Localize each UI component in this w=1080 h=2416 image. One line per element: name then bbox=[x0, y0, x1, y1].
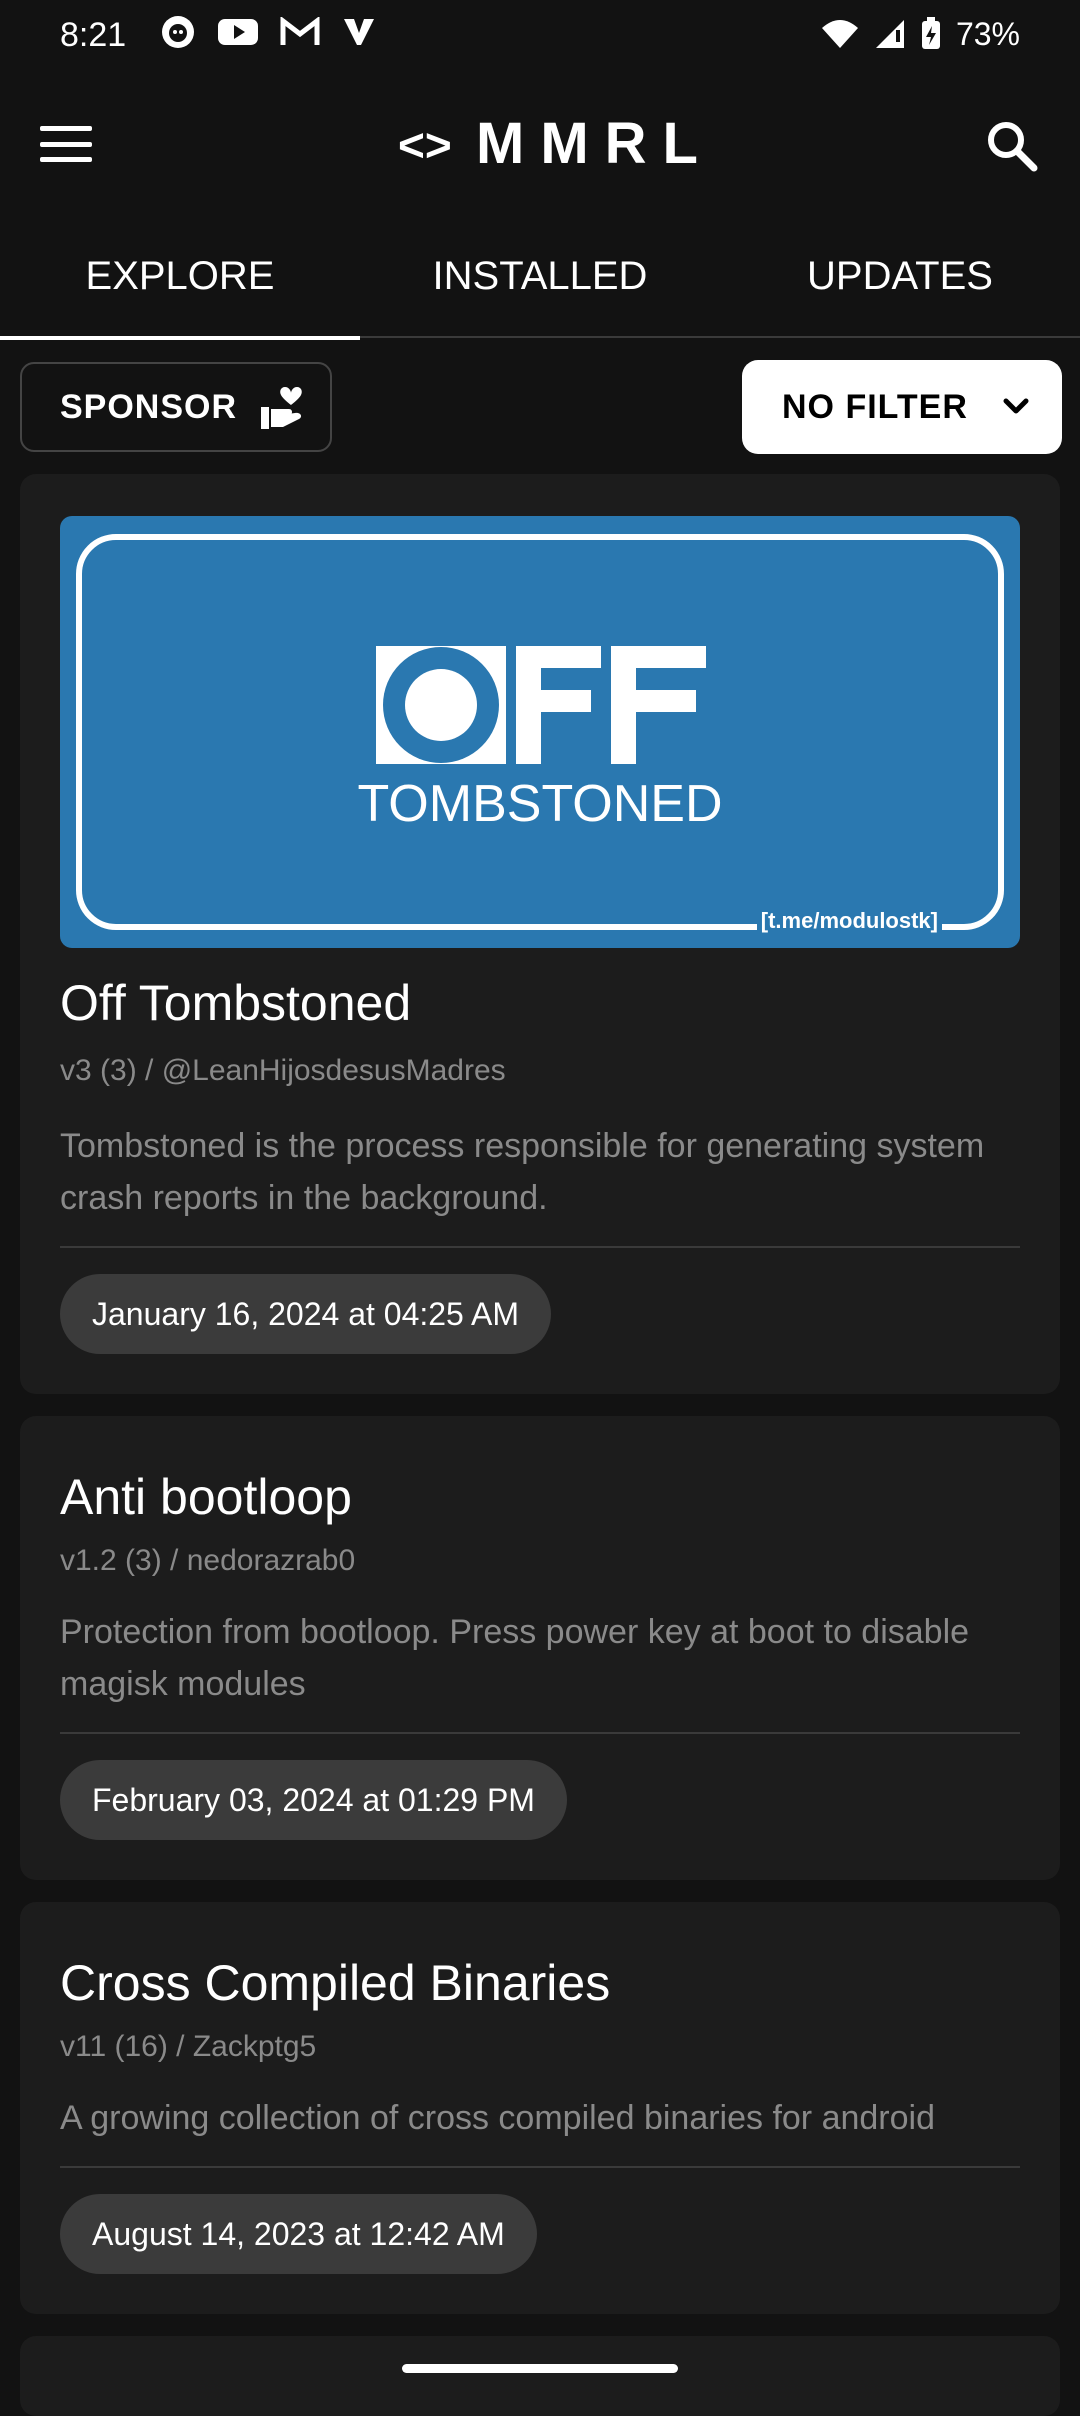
date-chip: January 16, 2024 at 04:25 AM bbox=[60, 1274, 551, 1354]
tab-bar: EXPLORE INSTALLED UPDATES bbox=[0, 214, 1080, 340]
module-description: A growing collection of cross compiled b… bbox=[60, 2099, 936, 2137]
filter-dropdown[interactable]: NO FILTER bbox=[742, 360, 1062, 454]
v-app-icon bbox=[344, 19, 374, 45]
status-bar: 8:21 73% bbox=[0, 0, 1080, 74]
module-banner: TOMBSTONED [t.me/modulostk] bbox=[60, 516, 1020, 948]
module-card[interactable] bbox=[20, 2336, 1060, 2416]
divider bbox=[60, 2166, 1020, 2168]
volunteer-heart-icon bbox=[261, 387, 302, 429]
notification-icons bbox=[160, 14, 376, 50]
system-icons: 73% bbox=[820, 14, 1020, 54]
chevron-down-icon bbox=[1003, 398, 1029, 414]
gesture-nav-handle[interactable] bbox=[402, 2364, 678, 2373]
gmail-icon bbox=[280, 17, 320, 45]
app-bar: <> MMRL bbox=[0, 74, 1080, 214]
status-time: 8:21 bbox=[60, 16, 127, 54]
off-logo bbox=[376, 646, 706, 764]
sponsor-button[interactable]: SPONSOR bbox=[20, 362, 332, 452]
module-title: Anti bootloop bbox=[60, 1469, 352, 1525]
module-card[interactable]: Cross Compiled Binaries v11 (16) / Zackp… bbox=[20, 1902, 1060, 2314]
battery-percent: 73% bbox=[955, 16, 1020, 52]
divider bbox=[60, 1732, 1020, 1734]
app-title: MMRL bbox=[476, 111, 714, 176]
date-chip: February 03, 2024 at 01:29 PM bbox=[60, 1760, 567, 1840]
youtube-icon bbox=[218, 19, 258, 45]
sponsor-label: SPONSOR bbox=[60, 387, 238, 426]
app-logo-icon: <> bbox=[398, 119, 452, 171]
date-chip: August 14, 2023 at 12:42 AM bbox=[60, 2194, 537, 2274]
signal-icon bbox=[875, 20, 904, 48]
module-meta: v11 (16) / Zackptg5 bbox=[60, 2030, 317, 2063]
wifi-icon bbox=[821, 20, 858, 48]
banner-subtitle: TOMBSTONED bbox=[357, 775, 723, 833]
tab-installed[interactable]: INSTALLED bbox=[360, 214, 720, 338]
battery-charging-icon bbox=[921, 17, 940, 49]
module-description: Protection from bootloop. Press power ke… bbox=[60, 1613, 970, 1703]
menu-icon[interactable] bbox=[40, 118, 92, 170]
github-icon bbox=[162, 16, 194, 48]
module-card[interactable]: TOMBSTONED [t.me/modulostk] Off Tombston… bbox=[20, 474, 1060, 1394]
divider bbox=[60, 1246, 1020, 1248]
module-meta: v1.2 (3) / nedorazrab0 bbox=[60, 1544, 356, 1577]
module-card[interactable]: Anti bootloop v1.2 (3) / nedorazrab0 Pro… bbox=[20, 1416, 1060, 1880]
tab-explore[interactable]: EXPLORE bbox=[0, 214, 360, 340]
banner-url: [t.me/modulostk] bbox=[756, 908, 942, 934]
module-meta: v3 (3) / @LeanHijosdesusMadres bbox=[60, 1054, 506, 1087]
tab-updates[interactable]: UPDATES bbox=[720, 214, 1080, 338]
module-description: Tombstoned is the process responsible fo… bbox=[60, 1127, 985, 1217]
module-title: Cross Compiled Binaries bbox=[60, 1955, 611, 2011]
search-icon[interactable] bbox=[984, 118, 1040, 174]
module-title: Off Tombstoned bbox=[60, 975, 412, 1031]
filter-label: NO FILTER bbox=[782, 387, 968, 426]
